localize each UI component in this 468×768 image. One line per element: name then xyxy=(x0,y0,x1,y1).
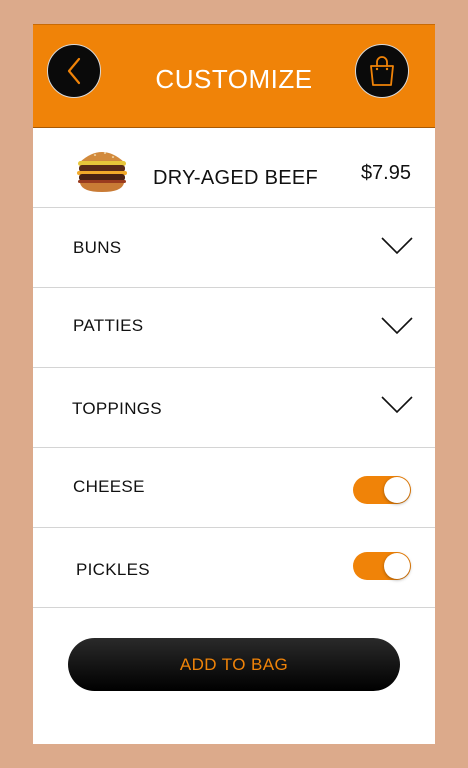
toggle-knob xyxy=(384,477,410,503)
product-price: $7.95 xyxy=(360,162,411,184)
option-pickles: PICKLES xyxy=(33,528,435,608)
option-buns-label: BUNS xyxy=(73,238,122,257)
pickles-toggle[interactable] xyxy=(353,552,411,580)
option-patties-label: PATTIES xyxy=(73,316,144,335)
option-patties[interactable]: PATTIES xyxy=(33,288,435,368)
product-summary: DRY-AGED BEEF $7.95 xyxy=(33,128,435,208)
product-name: DRY-AGED BEEF xyxy=(153,167,319,189)
option-cheese: CHEESE xyxy=(33,448,435,528)
toggle-knob xyxy=(384,553,410,579)
option-pickles-label: PICKLES xyxy=(76,560,150,579)
chevron-down-icon xyxy=(381,237,413,255)
chevron-down-icon xyxy=(381,396,413,414)
header-bar: CUSTOMIZE xyxy=(33,24,435,128)
shopping-bag-icon xyxy=(370,56,394,86)
option-cheese-label: CHEESE xyxy=(73,477,145,496)
chevron-down-icon xyxy=(381,317,413,335)
option-toppings-label: TOPPINGS xyxy=(72,399,162,418)
burger-image xyxy=(77,152,127,192)
cheese-toggle[interactable] xyxy=(353,476,411,504)
option-toppings[interactable]: TOPPINGS xyxy=(33,368,435,448)
shopping-bag-button[interactable] xyxy=(355,44,409,98)
customize-screen: CUSTOMIZE DRY-AGED BEEF $7.95 BUNS PATTI… xyxy=(33,24,435,744)
add-to-bag-button[interactable]: ADD TO BAG xyxy=(68,638,400,691)
option-buns[interactable]: BUNS xyxy=(33,208,435,288)
